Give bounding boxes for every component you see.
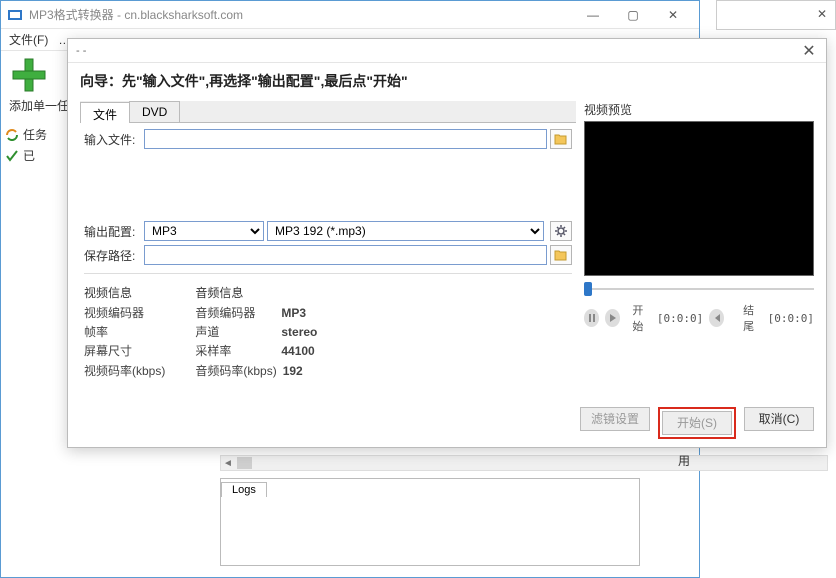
check-icon — [5, 149, 19, 163]
channel-value: stereo — [281, 323, 317, 342]
logs-tab[interactable]: Logs — [221, 482, 267, 497]
fps-label: 帧率 — [84, 323, 164, 342]
channel-label: 声道 — [195, 323, 275, 342]
folder-open-icon — [554, 133, 568, 145]
secondary-window: ✕ — [716, 0, 836, 30]
logs-area — [221, 497, 639, 565]
horizontal-scrollbar[interactable]: ◄ — [220, 455, 828, 471]
screen-size-label: 屏幕尺寸 — [84, 342, 164, 361]
video-info-header: 视频信息 — [84, 284, 165, 301]
start-timecode: [0:0:0] — [657, 312, 703, 325]
save-path-label: 保存路径: — [84, 247, 144, 264]
audio-info-header: 音频信息 — [195, 284, 317, 301]
refresh-icon — [5, 128, 19, 142]
sample-rate-label: 采样率 — [195, 342, 275, 361]
wizard-heading: 向导：先"输入文件",再选择"输出配置",最后点"开始" — [80, 71, 814, 91]
logs-panel: Logs — [220, 478, 640, 566]
filter-settings-button[interactable]: 滤镜设置 — [580, 407, 650, 431]
scroll-left-icon[interactable]: ◄ — [221, 458, 235, 469]
main-titlebar: MP3格式转换器 - cn.blacksharksoft.com — ▢ ✕ — [1, 1, 699, 29]
start-button-highlight: 开始(S) — [658, 407, 736, 439]
main-title: MP3格式转换器 - cn.blacksharksoft.com — [29, 6, 573, 23]
start-button[interactable]: 开始(S) — [662, 411, 732, 435]
tab-dvd[interactable]: DVD — [129, 101, 180, 122]
play-button[interactable] — [605, 309, 620, 327]
output-preset-select[interactable]: MP3 192 (*.mp3) — [267, 221, 544, 241]
dialog-button-bar: 滤镜设置 开始(S) 取消(C) — [68, 397, 826, 449]
preview-controls: 开始 [0:0:0] 结尾 [0:0:0] — [584, 302, 814, 334]
mark-start-button[interactable] — [709, 309, 724, 327]
pause-icon — [588, 314, 596, 322]
preset-settings-button[interactable] — [550, 221, 572, 241]
sample-rate-value: 44100 — [281, 342, 314, 361]
input-tabs: 文件 DVD — [80, 101, 576, 123]
gear-icon — [554, 224, 568, 238]
audio-bitrate-label: 音频码率(kbps) — [195, 362, 276, 381]
end-label: 结尾 — [743, 302, 762, 334]
dialog-titlebar: - - ✕ — [68, 39, 826, 63]
close-button[interactable]: ✕ — [653, 2, 693, 28]
video-info-block: 视频信息 视频编码器 帧率 屏幕尺寸 视频码率(kbps) — [84, 284, 165, 381]
input-file-label: 输入文件: — [84, 131, 144, 148]
maximize-button[interactable]: ▢ — [613, 2, 653, 28]
tree-item-label: 任务 — [23, 126, 47, 143]
play-icon — [609, 314, 617, 322]
tree-item-label: 已 — [23, 147, 35, 164]
browse-save-button[interactable] — [550, 245, 572, 265]
menu-file[interactable]: 文件(F) — [9, 31, 48, 48]
audio-info-block: 音频信息 音频编码器 MP3 声道 stereo 采样率 44100 音频码率(kbp… — [195, 284, 317, 381]
save-path-field[interactable] — [144, 245, 547, 265]
start-label: 开始 — [632, 302, 651, 334]
cancel-button[interactable]: 取消(C) — [744, 407, 814, 431]
preview-label: 视频预览 — [584, 101, 814, 118]
video-encoder-label: 视频编码器 — [84, 304, 164, 323]
video-bitrate-label: 视频码率(kbps) — [84, 362, 165, 381]
output-format-select[interactable]: MP3 — [144, 221, 264, 241]
skip-start-icon — [713, 314, 721, 322]
browse-input-button[interactable] — [550, 129, 572, 149]
end-timecode: [0:0:0] — [768, 312, 814, 325]
dialog-close-button[interactable]: ✕ — [794, 40, 824, 62]
output-config-label: 输出配置: — [84, 223, 144, 240]
audio-encoder-label: 音频编码器 — [195, 304, 275, 323]
preview-slider[interactable] — [584, 282, 814, 298]
slider-thumb[interactable] — [584, 282, 592, 296]
scroll-thumb[interactable] — [237, 457, 252, 469]
tab-file[interactable]: 文件 — [80, 102, 130, 123]
add-task-button[interactable] — [9, 55, 49, 95]
audio-bitrate-value: 192 — [283, 362, 303, 381]
minimize-button[interactable]: — — [573, 2, 613, 28]
dialog-title: - - — [76, 45, 818, 57]
pause-button[interactable] — [584, 309, 599, 327]
behind-text: 用 — [678, 452, 690, 469]
app-icon — [7, 7, 23, 23]
audio-encoder-value: MP3 — [281, 304, 306, 323]
wizard-dialog: - - ✕ 向导：先"输入文件",再选择"输出配置",最后点"开始" 文件 DV… — [67, 38, 827, 448]
input-file-field[interactable] — [144, 129, 547, 149]
video-preview — [584, 121, 814, 276]
secondary-close-button[interactable]: ✕ — [809, 1, 835, 27]
folder-open-icon — [554, 249, 568, 261]
